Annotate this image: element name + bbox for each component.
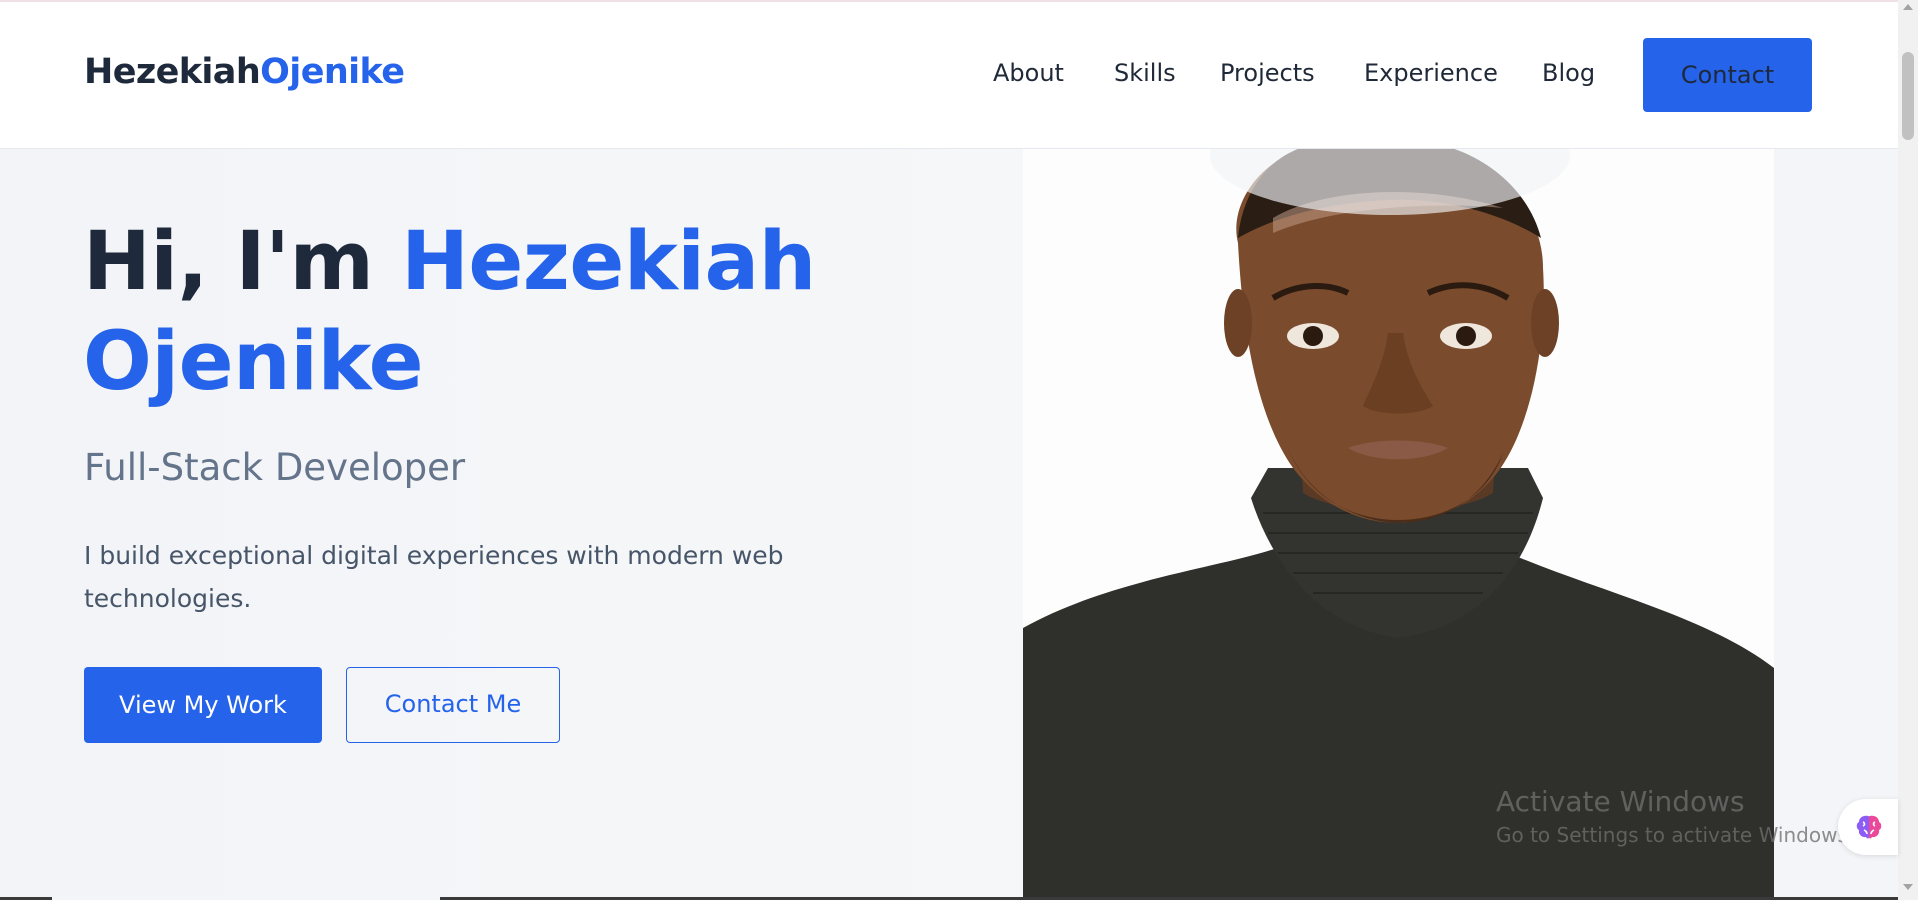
hero-description: I build exceptional digital experiences … <box>84 541 784 613</box>
logo-last-name: Ojenike <box>260 52 405 92</box>
scrollbar-thumb[interactable] <box>1902 52 1914 140</box>
nav-link-projects[interactable]: Projects <box>1220 59 1315 87</box>
extension-button[interactable] <box>1838 799 1898 855</box>
activate-windows-subtitle: Go to Settings to activate Windows. <box>1496 823 1855 847</box>
brain-icon <box>1856 815 1882 839</box>
nav-contact-button[interactable]: Contact <box>1643 38 1812 112</box>
nav-link-blog[interactable]: Blog <box>1542 59 1595 87</box>
scroll-down-arrow-icon[interactable] <box>1903 884 1913 890</box>
site-logo[interactable]: HezekiahOjenike <box>84 52 405 92</box>
nav-link-experience[interactable]: Experience <box>1364 59 1498 87</box>
hero-title: Hi, I'm Hezekiah Ojenike <box>83 212 903 412</box>
view-my-work-button[interactable]: View My Work <box>84 667 322 743</box>
navbar: HezekiahOjenike About Skills Projects Ex… <box>0 2 1898 149</box>
contact-me-button[interactable]: Contact Me <box>346 667 560 743</box>
nav-link-about[interactable]: About <box>993 59 1064 87</box>
activate-windows-watermark: Activate Windows Go to Settings to activ… <box>1496 784 1854 850</box>
hero-greeting: Hi, I'm <box>83 215 402 309</box>
scrollbar[interactable] <box>1898 0 1918 900</box>
logo-first-name: Hezekiah <box>84 52 261 92</box>
activate-windows-title: Activate Windows <box>1496 785 1745 818</box>
scroll-up-arrow-icon[interactable] <box>1903 4 1913 10</box>
hero-role: Full-Stack Developer <box>84 446 466 489</box>
nav-link-skills[interactable]: Skills <box>1114 59 1176 87</box>
